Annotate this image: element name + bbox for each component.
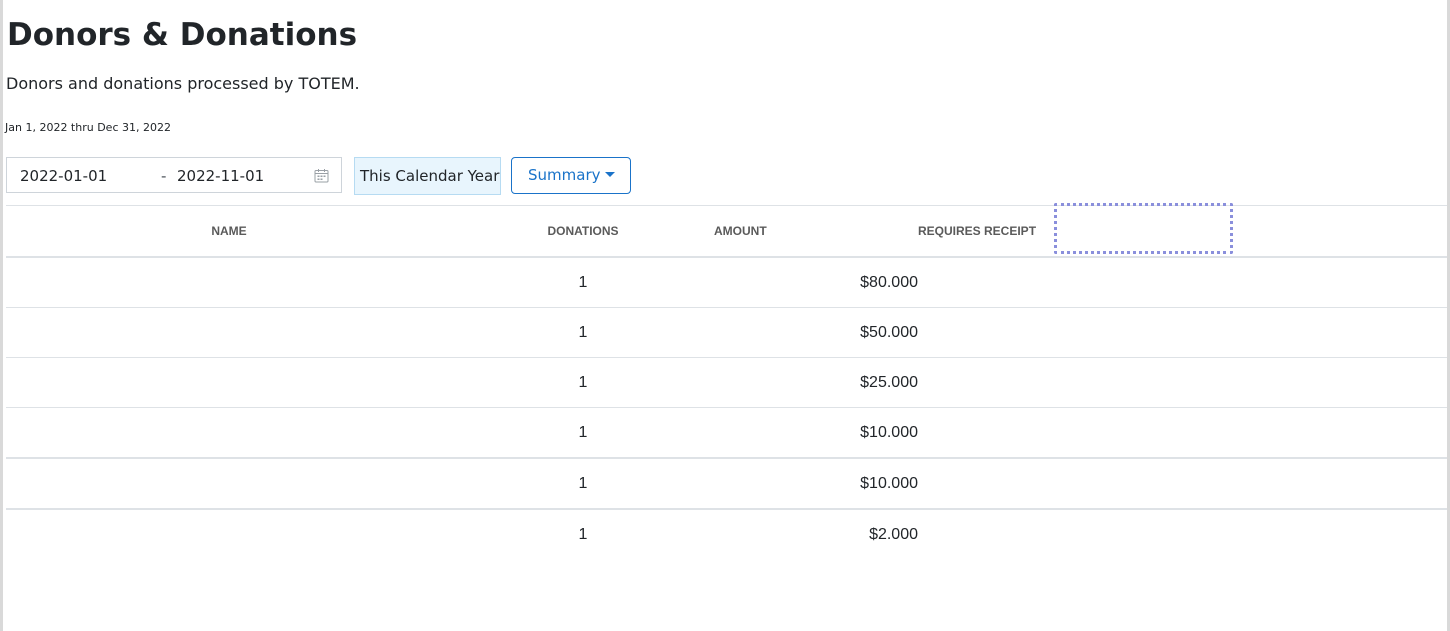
table-row[interactable]: 1 $10.000 xyxy=(6,407,1447,459)
cell-name xyxy=(6,509,452,559)
cell-requires-receipt xyxy=(918,407,1447,459)
page-title: Donors & Donations xyxy=(7,17,358,53)
cell-requires-receipt xyxy=(918,458,1447,510)
cell-requires-receipt xyxy=(918,357,1447,408)
date-separator: - xyxy=(161,167,167,185)
cell-requires-receipt xyxy=(918,509,1447,559)
column-header-requires-receipt[interactable]: REQUIRES RECEIPT xyxy=(918,205,1447,258)
donations-table-container: NAME DONATIONS AMOUNT REQUIRES RECEIPT 1… xyxy=(6,205,1447,559)
cell-donations: 1 xyxy=(578,525,588,543)
cell-name xyxy=(6,257,452,308)
cell-amount: $25.000 xyxy=(714,357,918,408)
start-date-input[interactable]: 2022-01-01 xyxy=(20,167,107,185)
cell-name xyxy=(6,458,452,510)
table-row[interactable]: 1 $50.000 xyxy=(6,307,1447,358)
window-left-border xyxy=(0,0,3,631)
this-calendar-year-button[interactable]: This Calendar Year xyxy=(354,157,501,195)
calendar-icon[interactable] xyxy=(314,168,329,183)
donations-table: NAME DONATIONS AMOUNT REQUIRES RECEIPT 1… xyxy=(6,205,1447,559)
end-date-input[interactable]: 2022-11-01 xyxy=(177,167,264,185)
table-row[interactable]: 1 $2.000 xyxy=(6,509,1447,559)
cell-amount: $10.000 xyxy=(714,407,918,459)
table-row[interactable]: 1 $10.000 xyxy=(6,458,1447,510)
page-subtitle: Donors and donations processed by TOTEM. xyxy=(6,74,360,93)
cell-amount: $10.000 xyxy=(714,458,918,510)
table-row[interactable]: 1 $80.000 xyxy=(6,257,1447,308)
caret-down-icon xyxy=(604,171,615,177)
cell-donations: 1 xyxy=(452,458,714,510)
table-header-row: NAME DONATIONS AMOUNT REQUIRES RECEIPT xyxy=(6,205,1447,258)
date-range-caption: Jan 1, 2022 thru Dec 31, 2022 xyxy=(5,121,171,134)
cell-amount: $2.000 xyxy=(869,525,918,543)
cell-donations: 1 xyxy=(452,257,714,308)
cell-name xyxy=(6,407,452,459)
column-header-amount[interactable]: AMOUNT xyxy=(714,205,918,258)
cell-requires-receipt xyxy=(918,307,1447,358)
cell-donations: 1 xyxy=(452,307,714,358)
cell-name xyxy=(6,357,452,408)
table-row[interactable]: 1 $25.000 xyxy=(6,357,1447,408)
cell-amount: $50.000 xyxy=(714,307,918,358)
column-header-name[interactable]: NAME xyxy=(6,205,452,258)
summary-dropdown-label: Summary xyxy=(528,166,601,184)
cell-amount: $80.000 xyxy=(714,257,918,308)
cell-donations: 1 xyxy=(452,407,714,459)
cell-name xyxy=(6,307,452,358)
date-range-picker[interactable]: 2022-01-01 - 2022-11-01 xyxy=(6,157,342,193)
cell-requires-receipt xyxy=(918,257,1447,308)
summary-dropdown-button[interactable]: Summary xyxy=(511,157,631,194)
cell-donations: 1 xyxy=(452,357,714,408)
column-header-donations[interactable]: DONATIONS xyxy=(452,205,714,258)
